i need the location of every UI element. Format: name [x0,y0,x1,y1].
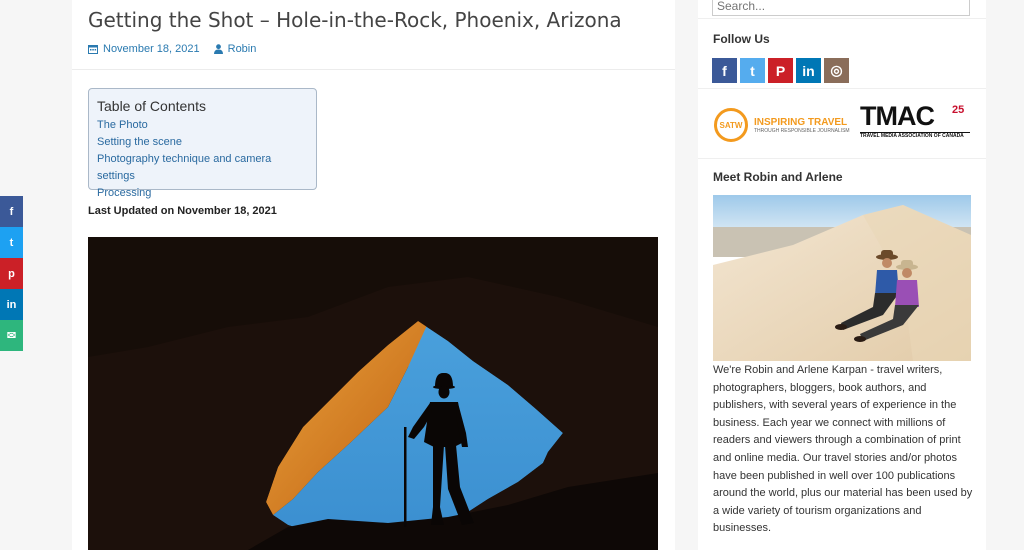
toc-link-processing[interactable]: Processing [97,185,308,202]
last-updated: Last Updated on November 18, 2021 [88,205,277,217]
toc-link-photography-technique[interactable]: Photography technique and camera setting… [97,151,308,185]
satw-subtagline: THROUGH RESPONSIBLE JOURNALISM [754,127,850,134]
share-twitter-button[interactable]: t [0,227,23,258]
article-panel: Getting the Shot – Hole-in-the-Rock, Pho… [72,0,675,550]
hole-in-the-rock-photo[interactable] [88,237,658,550]
share-email-button[interactable]: ✉ [0,320,23,351]
tmac-subtitle: TRAVEL MEDIA ASSOCIATION OF CANADA [860,132,970,139]
post-date[interactable]: November 18, 2021 [88,43,200,55]
linkedin-link[interactable]: in [796,58,821,83]
facebook-link[interactable]: f [712,58,737,83]
bio-text: We're Robin and Arlene Karpan - travel w… [713,364,973,535]
twitter-icon: t [9,236,14,249]
social-links: f t P in ◎ [712,58,849,83]
post-author-label: Robin [227,43,257,55]
pinterest-link[interactable]: P [768,58,793,83]
twitter-link[interactable]: t [740,58,765,83]
share-bar: f t p in ✉ [0,196,23,351]
post-date-label: November 18, 2021 [103,43,200,55]
sidebar-divider [698,18,986,19]
sidebar: Follow Us f t P in ◎ SATW INSPIRING TRAV… [698,0,986,550]
page-title: Getting the Shot – Hole-in-the-Rock, Pho… [88,8,622,32]
calendar-icon [88,45,98,54]
pinterest-icon: p [8,267,15,280]
table-of-contents: Table of Contents The Photo Setting the … [88,88,317,199]
satw-logo[interactable]: SATW INSPIRING TRAVEL THROUGH RESPONSIBL… [714,108,850,142]
article-meta: November 18, 2021 Robin [88,43,256,55]
email-icon: ✉ [6,330,17,342]
satw-tagline: INSPIRING TRAVEL [754,116,848,128]
linkedin-icon: in [6,298,17,311]
instagram-icon: ◎ [830,62,843,78]
tmac-logo[interactable]: TMAC 25 TRAVEL MEDIA ASSOCIATION OF CANA… [860,102,970,139]
pinterest-icon: P [775,62,786,79]
header-divider [72,69,675,70]
linkedin-icon: in [802,62,815,79]
twitter-icon: t [750,62,755,79]
satw-badge: SATW [714,108,748,142]
tmac-years: 25 [952,104,965,116]
robin-arlene-photo [713,195,971,361]
toc-link-setting-the-scene[interactable]: Setting the scene [97,134,308,151]
search-input[interactable] [712,0,970,16]
facebook-icon: f [722,62,727,79]
share-pinterest-button[interactable]: p [0,258,23,289]
follow-us-title: Follow Us [713,32,770,46]
sidebar-divider [698,88,986,89]
sidebar-divider [698,158,986,159]
share-facebook-button[interactable]: f [0,196,23,227]
post-author[interactable]: Robin [213,43,257,55]
toc-link-the-photo[interactable]: The Photo [97,117,308,134]
meet-title: Meet Robin and Arlene [713,170,843,184]
instagram-link[interactable]: ◎ [824,58,849,83]
share-linkedin-button[interactable]: in [0,289,23,320]
user-icon [213,44,223,54]
facebook-icon: f [9,205,14,218]
toc-title: Table of Contents [97,98,206,114]
